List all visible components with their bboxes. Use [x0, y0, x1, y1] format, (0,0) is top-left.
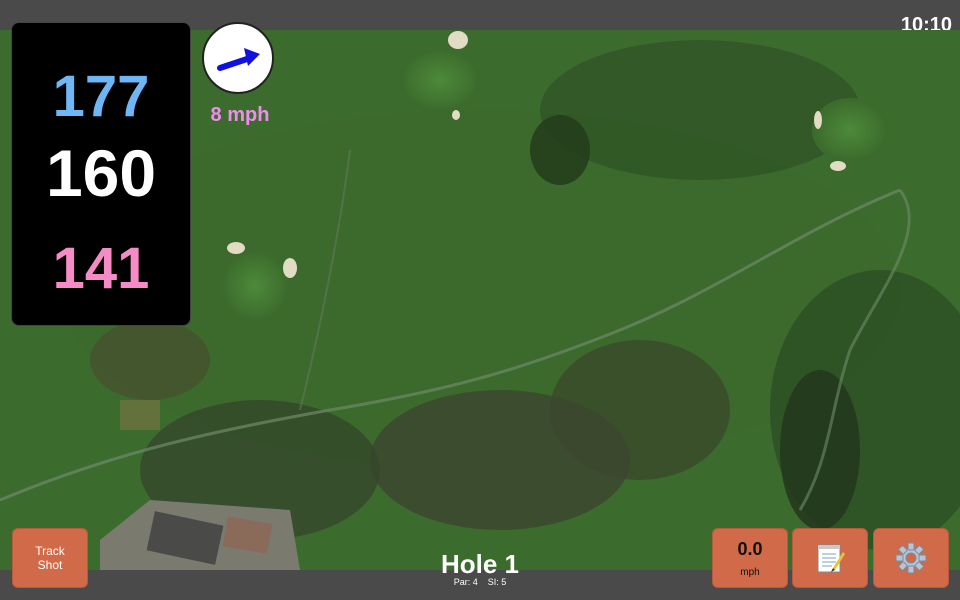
notepad-icon [817, 544, 845, 573]
distance-front: 141 [52, 236, 150, 301]
wind-indicator [202, 22, 274, 94]
hole-details: Par: 4 SI: 5 [380, 577, 580, 587]
wind-speed: 8 mph [210, 104, 270, 126]
par-label: Par: 4 [453, 577, 478, 587]
track-shot-button[interactable]: Track Shot [12, 528, 88, 588]
distance-panel: 177 160 141 [11, 22, 191, 326]
settings-button[interactable] [873, 528, 949, 588]
distance-middle: 160 [45, 136, 157, 210]
hole-title: Hole 1 [440, 549, 520, 579]
notes-button[interactable] [792, 528, 868, 588]
distance-back: 177 [52, 64, 150, 129]
speed-unit: mph [740, 567, 760, 578]
arrow-icon [217, 48, 260, 71]
si-label: SI: 5 [487, 577, 507, 587]
gear-icon [895, 542, 927, 574]
speed-value: 0.0 [737, 539, 763, 559]
speed-button[interactable]: 0.0 mph [712, 528, 788, 588]
